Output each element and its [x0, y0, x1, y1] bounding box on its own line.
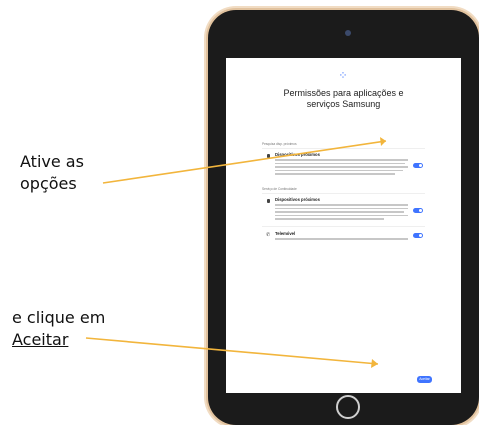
arrow-to-toggles — [102, 140, 387, 184]
arrow-to-accept-head — [371, 359, 378, 368]
arrow-to-toggles-head — [380, 137, 386, 146]
annotation-arrows — [85, 137, 387, 368]
arrow-to-accept — [85, 337, 379, 365]
